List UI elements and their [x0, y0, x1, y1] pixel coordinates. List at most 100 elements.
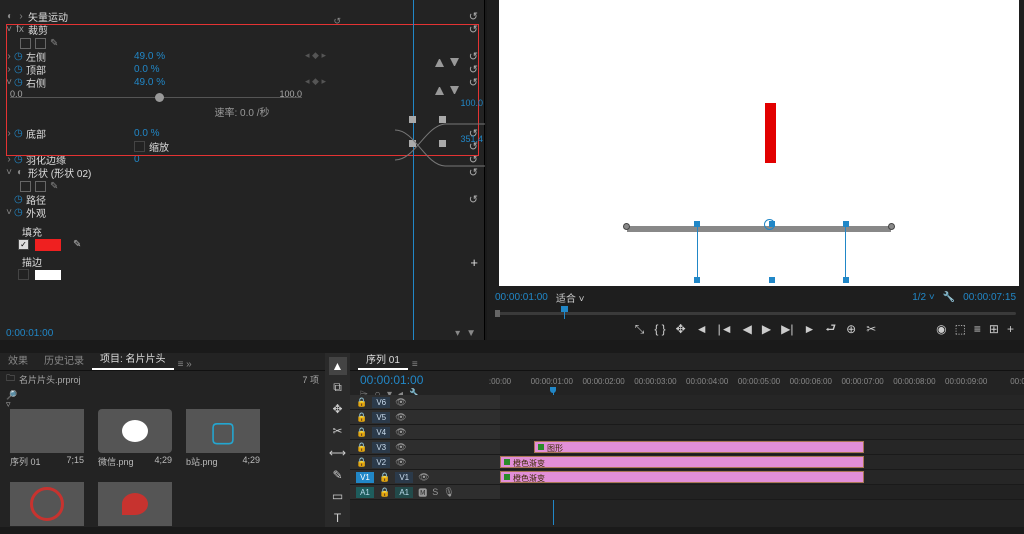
step-back-icon[interactable]: |◄ — [718, 322, 733, 336]
value-right[interactable]: 49.0 % — [134, 77, 194, 88]
edge-handle[interactable] — [623, 223, 630, 230]
zoom-dropdown[interactable]: 适合 ˅ — [556, 290, 585, 305]
project-grid[interactable]: 序列 017;15 微信.png4;29 ▢ b站.png4;29 — [0, 403, 325, 534]
edge-handle[interactable] — [888, 223, 895, 230]
timeline-body[interactable]: 🔒V6👁 🔒V5👁 🔒V4👁 🔒V3👁 图形 🔒V2👁 橙色渐变 V1🔒V1👁 … — [350, 395, 1024, 527]
play-icon[interactable]: ▶ — [762, 322, 771, 336]
eye-icon[interactable]: ◐ — [14, 167, 26, 178]
selection-frame[interactable] — [697, 224, 846, 280]
frame-fwd-icon[interactable]: ▶| — [781, 322, 793, 336]
selection-tool-icon[interactable]: ▲ — [329, 357, 347, 375]
razor-tool-icon[interactable]: ✂ — [329, 422, 347, 440]
timeline-panel: 序列 01≡ 00:00:01:00 ⌲ ∩ ▾ ◂ 🔧 :00:0000:00… — [350, 353, 1024, 527]
keyframe-marker[interactable] — [450, 58, 459, 67]
eyedropper-icon[interactable]: ✎ — [73, 239, 81, 250]
track-v6[interactable]: 🔒V6👁 — [350, 395, 1024, 410]
track-select-tool-icon[interactable]: ⧉ — [329, 379, 347, 397]
bin-item-netease[interactable] — [10, 482, 84, 528]
go-out-icon[interactable]: ⮐ — [825, 319, 836, 340]
export-frame-icon[interactable]: ◉ — [936, 322, 946, 336]
rect-mask-icon[interactable] — [35, 38, 46, 49]
bin-item-sequence[interactable]: 序列 017;15 — [10, 409, 84, 468]
keyframe-marker[interactable] — [450, 86, 459, 95]
crop-icon[interactable]: ✥ — [676, 322, 686, 336]
frame-back-icon[interactable]: ◀ — [743, 322, 752, 336]
project-tabs[interactable]: 效果 历史记录 项目: 名片片头 ≡ » — [0, 353, 325, 371]
value-bottom[interactable]: 0.0 % — [134, 128, 194, 139]
track-v1[interactable]: V1🔒V1👁 橙色渐变 — [350, 470, 1024, 485]
pen-tool-icon[interactable]: ✎ — [329, 466, 347, 484]
bin-item-bilibili[interactable]: ▢ b站.png4;29 — [186, 409, 260, 468]
stroke-checkbox[interactable] — [18, 269, 29, 280]
step-fwd-icon[interactable]: ► — [803, 322, 815, 336]
fill-color-swatch[interactable] — [35, 239, 61, 251]
clip-gradient1[interactable]: 橙色渐变 — [500, 471, 864, 483]
project-file: 名片片头.prproj — [19, 373, 81, 386]
stroke-color-swatch[interactable] — [35, 270, 61, 280]
hand-tool-icon[interactable]: ▭ — [329, 488, 347, 506]
lift-icon[interactable]: ⊕ — [846, 322, 856, 336]
fx-mini-timeline[interactable]: ↺ 100.0 351.4 — [335, 0, 485, 340]
fx-badge-icon[interactable]: fx — [14, 24, 26, 35]
stopwatch-icon[interactable]: ◷ — [14, 77, 24, 88]
comparison-icon[interactable]: ⬚ — [955, 322, 966, 336]
stopwatch-icon[interactable]: ◷ — [14, 194, 24, 205]
button-editor-icon[interactable]: ≡ — [974, 322, 981, 336]
tab-effects[interactable]: 效果 — [0, 349, 36, 370]
bin-item-weibo[interactable] — [98, 482, 172, 528]
track-a1[interactable]: A1🔒A1🅼S🎙 — [350, 485, 1024, 500]
stopwatch-icon[interactable]: ◷ — [14, 64, 24, 75]
tab-history[interactable]: 历史记录 — [36, 349, 92, 370]
safe-margins-icon[interactable]: ⊞ — [989, 322, 999, 336]
slider-thumb[interactable] — [155, 93, 164, 102]
type-tool-icon[interactable]: T — [329, 509, 347, 527]
timeline-timecode[interactable]: 00:00:01:00 — [360, 373, 423, 387]
stopwatch-icon[interactable]: ◷ — [14, 128, 24, 139]
red-shape[interactable] — [765, 103, 776, 163]
add-button-icon[interactable]: + — [1007, 322, 1014, 336]
mark-in-out-icon[interactable]: { } — [654, 322, 665, 336]
track-v5[interactable]: 🔒V5👁 — [350, 410, 1024, 425]
track-v3[interactable]: 🔒V3👁 图形 — [350, 440, 1024, 455]
add-marker-icon[interactable]: ⤡ — [635, 322, 645, 337]
filter-icon[interactable]: ▿ — [6, 399, 11, 410]
sequence-tab[interactable]: 序列 01 — [358, 349, 408, 370]
clip-gradient2[interactable]: 橙色渐变 — [500, 456, 864, 468]
ripple-tool-icon[interactable]: ✥ — [329, 401, 347, 419]
ruler-label: :00:00 — [489, 377, 511, 386]
bin-icon[interactable]: 🗀 — [6, 371, 15, 387]
clip-graphics[interactable]: 图形 — [534, 441, 864, 453]
value-top[interactable]: 0.0 % — [134, 64, 194, 75]
track-v2[interactable]: 🔒V2👁 橙色渐变 — [350, 455, 1024, 470]
slip-tool-icon[interactable]: ⟷ — [329, 444, 347, 462]
track-v4[interactable]: 🔒V4👁 — [350, 425, 1024, 440]
stopwatch-icon[interactable]: ◷ — [14, 207, 24, 218]
keyframe-nav[interactable]: ◂ ◆ ▸ — [305, 50, 326, 61]
keyframe-marker[interactable] — [435, 58, 444, 67]
monitor-timecode[interactable]: 00:00:01:00 — [495, 292, 548, 303]
tool-palette[interactable]: ▲ ⧉ ✥ ✂ ⟷ ✎ ▭ T — [325, 353, 350, 527]
time-ruler[interactable]: :00:0000:00:01:0000:00:02:0000:00:03:000… — [500, 377, 1018, 391]
monitor-playhead[interactable] — [564, 309, 565, 319]
stopwatch-icon[interactable]: ◷ — [14, 51, 24, 62]
monitor-scrubber[interactable] — [495, 307, 1016, 319]
settings-icon[interactable]: 🔧 — [943, 292, 955, 303]
bin-item-wechat[interactable]: 微信.png4;29 — [98, 409, 172, 468]
fill-checkbox[interactable]: ✓ — [18, 239, 29, 250]
tab-project[interactable]: 项目: 名片片头 — [92, 347, 174, 370]
fx-playhead[interactable] — [413, 0, 414, 340]
extract-icon[interactable]: ✂ — [866, 322, 876, 336]
value-feather[interactable]: 0 — [134, 154, 194, 165]
eye-icon[interactable]: ◐ — [4, 11, 16, 22]
ruler-label: 00:00:07:00 — [841, 377, 883, 386]
stopwatch-icon[interactable]: ◷ — [14, 154, 24, 165]
scale-checkbox[interactable] — [134, 141, 145, 152]
pen-mask-icon[interactable]: ✎ — [50, 38, 61, 49]
ellipse-mask-icon[interactable] — [20, 38, 31, 49]
monitor-canvas[interactable] — [499, 0, 1019, 286]
go-in-icon[interactable]: ◄ — [696, 322, 708, 336]
keyframe-marker[interactable] — [435, 86, 444, 95]
resolution-dropdown[interactable]: 1/2 ˅ — [912, 292, 935, 303]
value-left[interactable]: 49.0 % — [134, 51, 194, 62]
keyframe-nav[interactable]: ◂ ◆ ▸ — [305, 76, 326, 87]
